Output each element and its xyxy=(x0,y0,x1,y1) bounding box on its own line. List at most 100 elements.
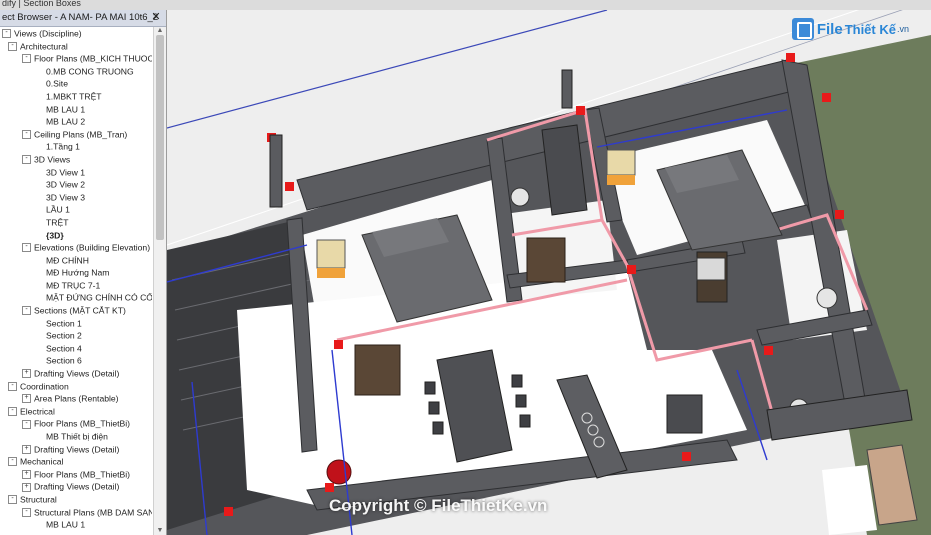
tree-item[interactable]: Section 4 xyxy=(0,342,152,355)
site-logo: File Thiết Kế .vn xyxy=(791,18,909,40)
tree-item[interactable]: + Drafting Views (Detail) xyxy=(0,443,152,456)
tree-item[interactable]: - Mechanical xyxy=(0,455,152,468)
tree-item[interactable]: - Ceiling Plans (MB_Tran) xyxy=(0,128,152,141)
collapse-icon[interactable]: - xyxy=(8,495,17,505)
tree-item[interactable]: 1.Tầng 1 xyxy=(0,140,152,153)
ribbon-text: dify | Section Boxes xyxy=(2,0,81,8)
collapse-icon[interactable]: - xyxy=(8,457,17,467)
project-browser-title-bar: ect Browser - A NAM- PA MAI 10t6_2 ✕ xyxy=(0,10,166,27)
tree-item[interactable]: Section 2 xyxy=(0,329,152,342)
logo-icon xyxy=(791,18,814,40)
collapse-icon[interactable]: - xyxy=(22,129,31,139)
expand-icon[interactable]: + xyxy=(22,444,31,454)
collapse-icon[interactable]: - xyxy=(2,29,11,39)
collapse-icon[interactable]: - xyxy=(22,243,31,253)
tree-item-label: MB LAU 2 xyxy=(46,116,86,127)
tree-item-label: Drafting Views (Detail) xyxy=(34,481,120,492)
copyright-watermark: Copyright © FileThietKe.vn xyxy=(329,496,548,515)
tree-item[interactable]: 0.Site xyxy=(0,77,152,90)
tree-item[interactable]: - Floor Plans (MB_KICH THUOC) xyxy=(0,52,152,65)
tree-item-label: MẶT ĐỨNG CHÍNH CÓ CỔNG xyxy=(46,292,152,303)
tree-item-label: LẦU 1 xyxy=(46,204,70,215)
tree-item[interactable]: -3D Views xyxy=(0,153,152,166)
collapse-icon[interactable]: - xyxy=(22,419,31,429)
collapse-icon[interactable]: - xyxy=(22,155,31,165)
tree-item-label: Drafting Views (Detail) xyxy=(34,368,120,379)
tree-item[interactable]: MĐ CHÍNH xyxy=(0,254,152,267)
tree-root[interactable]: - Views (Discipline) xyxy=(0,27,152,40)
tree-item-label: 3D Views xyxy=(34,154,71,165)
tree-item[interactable]: - Elevations (Building Elevation) xyxy=(0,241,152,254)
tree-item-label: Section 1 xyxy=(46,318,82,329)
tree-item[interactable]: TRỆT xyxy=(0,216,152,229)
expand-icon[interactable]: + xyxy=(22,369,31,379)
tree-item[interactable]: - Architectural xyxy=(0,40,152,53)
scrollbar-thumb[interactable] xyxy=(156,35,164,240)
tree-item[interactable]: - Sections (MẶT CẮT KT) xyxy=(0,304,152,317)
tree-item[interactable]: - Structural xyxy=(0,493,152,506)
tree-item-label: 3D View 1 xyxy=(46,166,86,177)
tree-item[interactable]: MB LAU 2 xyxy=(0,115,152,128)
tree-root-label: Views (Discipline) xyxy=(14,28,82,39)
tree-item-label: Ceiling Plans (MB_Tran) xyxy=(34,129,128,140)
tree-item-label: Architectural xyxy=(20,41,68,52)
tree-item[interactable]: 1.MBKT TRỆT xyxy=(0,90,152,103)
tree-item[interactable]: Section 6 xyxy=(0,354,152,367)
tree-item-label: Elevations (Building Elevation) xyxy=(34,242,151,253)
tree-item-label: MB LAU 1 xyxy=(46,519,86,530)
collapse-icon[interactable]: - xyxy=(22,306,31,316)
tree-item[interactable]: - Coordination xyxy=(0,380,152,393)
tree-item-label: MĐ TRỤC 7-1 xyxy=(46,280,101,291)
tree-item[interactable]: - Floor Plans (MB_ThietBi) xyxy=(0,417,152,430)
tree-item-label: Sections (MẶT CẮT KT) xyxy=(34,305,126,316)
tree-item[interactable]: - Electrical xyxy=(0,405,152,418)
tree-item[interactable]: - Structural Plans (MB DAM SAN) xyxy=(0,506,152,519)
tree-item-label: Coordination xyxy=(20,381,69,392)
tree-item[interactable]: MĐ Hướng Nam xyxy=(0,266,152,279)
collapse-icon[interactable]: - xyxy=(8,407,17,417)
tree-item-label: MB Thiết bị điện xyxy=(46,431,108,442)
tree-item[interactable]: 3D View 3 xyxy=(0,191,152,204)
tree-item[interactable]: MB Thiết bị điện xyxy=(0,430,152,443)
tree-item[interactable]: Section 1 xyxy=(0,317,152,330)
3d-viewport[interactable]: File Thiết Kế .vn Copyright © FileThietK… xyxy=(167,10,931,535)
tree-item[interactable]: LẦU 1 xyxy=(0,203,152,216)
close-icon[interactable]: ✕ xyxy=(150,11,162,23)
expand-icon[interactable]: + xyxy=(22,470,31,480)
tree-item[interactable]: 3D View 1 xyxy=(0,166,152,179)
tree-item-label: 1.MBKT TRỆT xyxy=(46,91,102,102)
scroll-up-arrow-icon[interactable]: ▲ xyxy=(154,27,166,35)
view-tree: - Views (Discipline) - Architectural - Floor… xyxy=(0,27,152,535)
tree-item[interactable]: MĐ TRỤC 7-1 xyxy=(0,279,152,292)
tree-item[interactable]: MB LAU 1 xyxy=(0,518,152,531)
collapse-icon[interactable]: - xyxy=(22,507,31,517)
tree-item-label: Floor Plans (MB_KICH THUOC) xyxy=(34,53,152,64)
scroll-down-arrow-icon[interactable]: ▼ xyxy=(154,527,166,535)
tree-item-label: Section 2 xyxy=(46,330,82,341)
tree-item-label: Floor Plans (MB_ThietBi) xyxy=(34,418,130,429)
tree-item[interactable]: MẶT ĐỨNG CHÍNH CÓ CỔNG xyxy=(0,291,152,304)
tree-item[interactable]: + Floor Plans (MB_ThietBi) xyxy=(0,468,152,481)
collapse-icon[interactable]: - xyxy=(22,54,31,64)
3d-model-render xyxy=(167,10,931,535)
tree-item-label: 3D View 2 xyxy=(46,179,86,190)
tree-item-label: MĐ Hướng Nam xyxy=(46,267,110,278)
tree-item-label: Section 6 xyxy=(46,355,82,366)
browser-scrollbar[interactable]: ▲ ▼ xyxy=(153,27,166,535)
expand-icon[interactable]: + xyxy=(22,394,31,404)
logo-domain: .vn xyxy=(896,24,909,34)
collapse-icon[interactable]: - xyxy=(8,41,17,51)
tree-item[interactable]: + Drafting Views (Detail) xyxy=(0,367,152,380)
tree-item[interactable]: MB LAU 1 xyxy=(0,103,152,116)
collapse-icon[interactable]: - xyxy=(8,381,17,391)
tree-item-label: Structural xyxy=(20,494,57,505)
tree-item-label: {3D} xyxy=(46,229,64,240)
tree-item[interactable]: {3D} xyxy=(0,229,152,242)
tree-item-label: Floor Plans (MB_ThietBi) xyxy=(34,469,130,480)
tree-item[interactable]: 0.MB CONG TRUONG xyxy=(0,65,152,78)
expand-icon[interactable]: + xyxy=(22,482,31,492)
tree-item-label: Electrical xyxy=(20,406,55,417)
tree-item[interactable]: + Area Plans (Rentable) xyxy=(0,392,152,405)
tree-item[interactable]: 3D View 2 xyxy=(0,178,152,191)
tree-item[interactable]: + Drafting Views (Detail) xyxy=(0,480,152,493)
